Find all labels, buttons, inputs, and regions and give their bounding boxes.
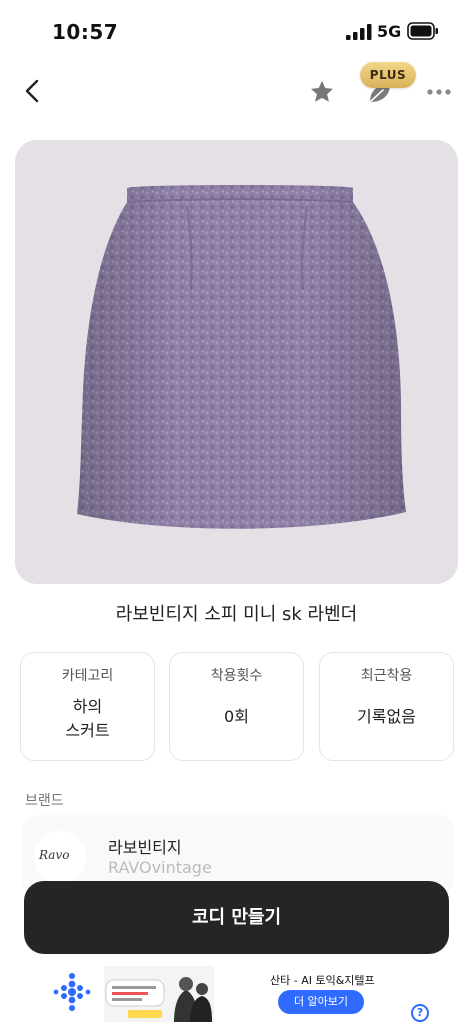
more-icon[interactable] (424, 80, 454, 104)
brand-name-en: RAVOvintage (108, 858, 212, 877)
ad-creative-image (104, 966, 214, 1022)
status-bar: 10:57 5G (0, 0, 473, 60)
wear-count-label: 착용횟수 (210, 668, 263, 684)
ad-banner[interactable]: 산타 - AI 토익&지텔프 더 알아보기 ? (0, 962, 473, 1024)
ad-learn-more-button[interactable]: 더 알아보기 (278, 990, 364, 1014)
item-title: 라보빈티지 소피 미니 sk 라벤더 (115, 604, 358, 625)
back-chevron-icon[interactable] (18, 76, 48, 106)
brand-name: 라보빈티지 (108, 838, 182, 857)
status-time: 10:57 (52, 20, 119, 44)
top-nav: PLUS (0, 62, 473, 118)
star-icon[interactable] (308, 78, 336, 106)
brand-section-label: 브랜드 (25, 793, 64, 809)
category-card: 카테고리 하의 스커트 (20, 652, 155, 761)
recent-wear-value: 기록없음 (357, 707, 416, 726)
recent-wear-card: 최근착용 기록없음 (319, 652, 454, 761)
ad-help-icon[interactable]: ? (411, 1004, 429, 1022)
santa-logo-icon (53, 973, 91, 1011)
wear-count-value: 0회 (224, 707, 249, 726)
brand-logo: Ravo (34, 831, 86, 883)
info-cards: 카테고리 하의 스커트 착용횟수 0회 최근착용 기록없음 (20, 652, 454, 762)
make-outfit-button[interactable]: 코디 만들기 (24, 881, 449, 954)
ad-title: 산타 - AI 토익&지텔프 (270, 974, 375, 987)
recent-wear-label: 최근착용 (360, 668, 413, 684)
category-value-sub: 스커트 (65, 721, 110, 740)
skirt-image (77, 185, 406, 529)
network-label: 5G (377, 22, 402, 41)
category-label: 카테고리 (61, 668, 114, 684)
plus-badge[interactable]: PLUS (360, 62, 416, 88)
item-image[interactable] (15, 140, 458, 584)
signal-icon (346, 24, 372, 40)
wear-count-card: 착용횟수 0회 (169, 652, 304, 761)
battery-icon (407, 22, 438, 40)
category-value-main: 하의 (72, 697, 103, 716)
brand-logo-text: Ravo (39, 848, 70, 862)
